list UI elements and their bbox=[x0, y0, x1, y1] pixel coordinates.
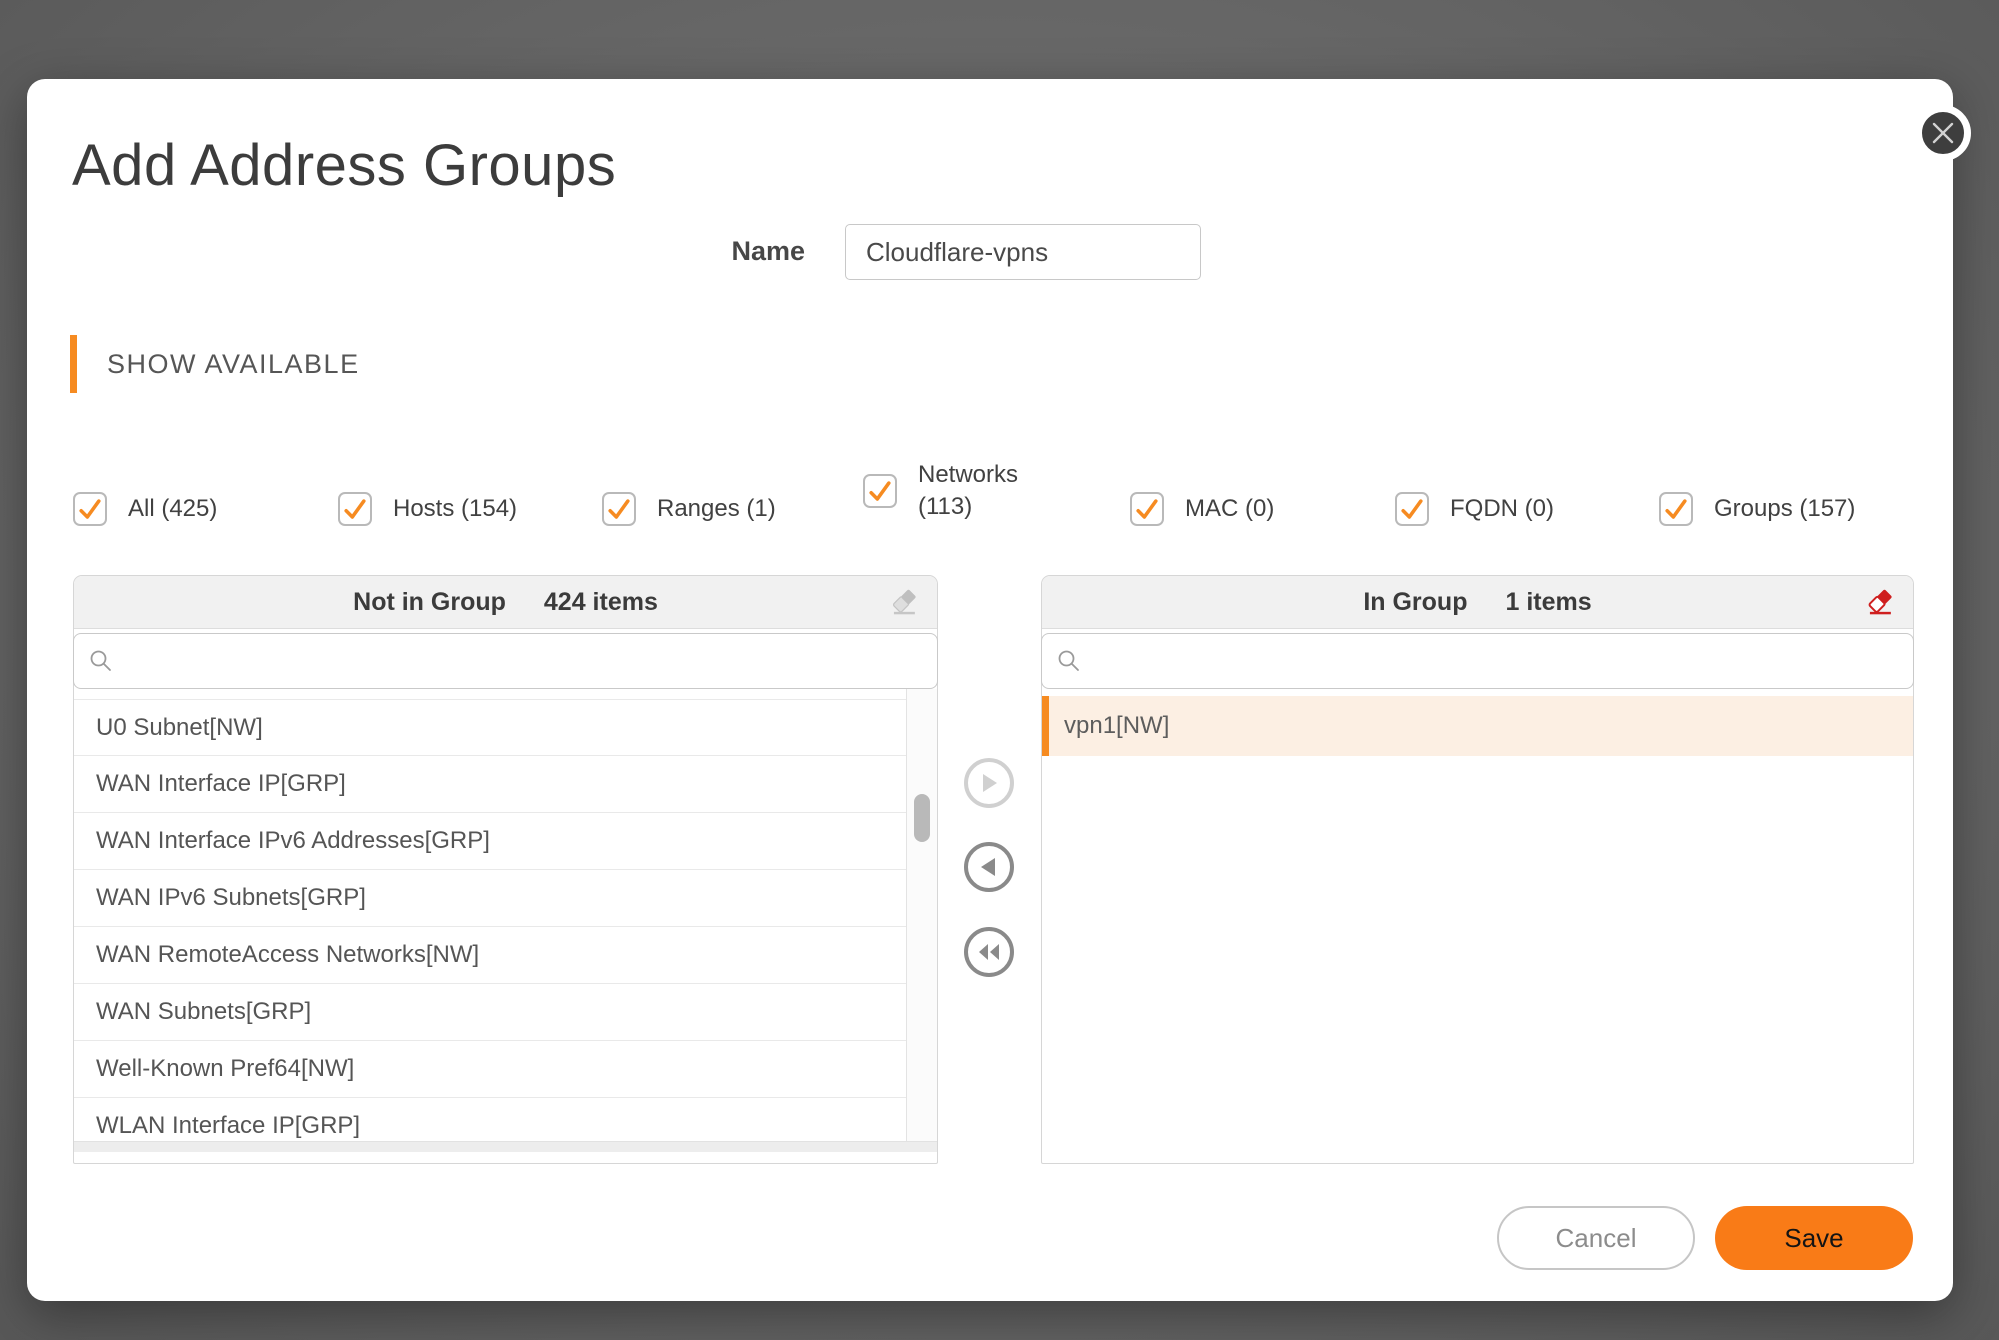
close-icon bbox=[1930, 120, 1956, 146]
close-button[interactable] bbox=[1915, 105, 1971, 161]
in-group-list: vpn1[NW] bbox=[1042, 689, 1913, 1152]
left-search-input[interactable] bbox=[124, 646, 923, 676]
clear-right-selection-button[interactable] bbox=[1863, 585, 1899, 621]
filter-hosts: Hosts (154) bbox=[338, 487, 517, 531]
filter-networks: Networks (113) bbox=[863, 455, 1046, 527]
list-item[interactable]: WAN Interface IP[GRP] bbox=[74, 756, 907, 813]
filter-label: All (425) bbox=[128, 495, 217, 523]
dialog-title: Add Address Groups bbox=[72, 134, 616, 198]
list-item[interactable]: WAN Subnets[GRP] bbox=[74, 984, 907, 1041]
search-icon bbox=[1056, 648, 1082, 674]
not-in-group-count: 424 items bbox=[544, 588, 658, 617]
name-label: Name bbox=[607, 236, 805, 267]
eraser-icon bbox=[889, 586, 921, 618]
section-accent-bar bbox=[70, 335, 77, 393]
list-item[interactable]: U0 Subnet[NW] bbox=[74, 699, 907, 756]
move-right-button[interactable] bbox=[964, 758, 1014, 808]
not-in-group-list: U0 Subnet[NW]WAN Interface IP[GRP]WAN In… bbox=[74, 689, 937, 1152]
name-input[interactable] bbox=[845, 224, 1201, 280]
left-search bbox=[73, 633, 938, 689]
checkmark-icon bbox=[604, 494, 634, 524]
show-available-label: SHOW AVAILABLE bbox=[107, 349, 360, 380]
cancel-button[interactable]: Cancel bbox=[1497, 1206, 1695, 1270]
left-list-horizontal-scrollbar[interactable] bbox=[74, 1141, 937, 1152]
checkmark-icon bbox=[75, 494, 105, 524]
not-in-group-panel: Not in Group 424 items U0 Subnet[NW]WA bbox=[73, 575, 938, 1164]
list-item[interactable]: vpn1[NW] bbox=[1042, 696, 1913, 756]
filter-mac: MAC (0) bbox=[1130, 487, 1274, 531]
checkbox[interactable] bbox=[1395, 492, 1429, 526]
list-item[interactable]: Well-Known Pref64[NW] bbox=[74, 1041, 907, 1098]
add-address-groups-dialog: Add Address Groups Name SHOW AVAILABLE A… bbox=[27, 79, 1953, 1301]
checkmark-icon bbox=[1661, 494, 1691, 524]
filter-ranges: Ranges (1) bbox=[602, 487, 776, 531]
eraser-red-icon bbox=[1865, 586, 1897, 618]
move-all-left-button[interactable] bbox=[964, 927, 1014, 977]
checkbox[interactable] bbox=[863, 474, 897, 508]
list-item[interactable]: WAN RemoteAccess Networks[NW] bbox=[74, 927, 907, 984]
arrow-left-icon bbox=[979, 856, 999, 878]
right-search-input[interactable] bbox=[1092, 646, 1899, 676]
in-group-title: In Group bbox=[1363, 588, 1467, 617]
checkmark-icon bbox=[865, 476, 895, 506]
filter-label: FQDN (0) bbox=[1450, 495, 1554, 523]
filter-fqdn: FQDN (0) bbox=[1395, 487, 1554, 531]
clear-left-selection-button[interactable] bbox=[887, 585, 923, 621]
arrow-right-icon bbox=[979, 772, 999, 794]
double-arrow-left-icon bbox=[976, 941, 1002, 963]
filter-label: Networks (113) bbox=[918, 459, 1046, 522]
list-item[interactable]: WAN IPv6 Subnets[GRP] bbox=[74, 870, 907, 927]
filter-all: All (425) bbox=[73, 487, 217, 531]
filter-label: MAC (0) bbox=[1185, 495, 1274, 523]
save-button[interactable]: Save bbox=[1715, 1206, 1913, 1270]
checkbox[interactable] bbox=[1130, 492, 1164, 526]
search-icon bbox=[88, 648, 114, 674]
checkbox[interactable] bbox=[338, 492, 372, 526]
in-group-header: In Group 1 items bbox=[1042, 576, 1913, 629]
not-in-group-header: Not in Group 424 items bbox=[74, 576, 937, 629]
checkmark-icon bbox=[1132, 494, 1162, 524]
in-group-count: 1 items bbox=[1505, 588, 1591, 617]
checkmark-icon bbox=[1397, 494, 1427, 524]
scrollbar-thumb[interactable] bbox=[914, 794, 930, 842]
in-group-panel: In Group 1 items vpn1[NW] bbox=[1041, 575, 1914, 1164]
filter-label: Groups (157) bbox=[1714, 495, 1855, 523]
right-search bbox=[1041, 633, 1914, 689]
list-item[interactable]: WAN Interface IPv6 Addresses[GRP] bbox=[74, 813, 907, 870]
filter-label: Hosts (154) bbox=[393, 495, 517, 523]
not-in-group-title: Not in Group bbox=[353, 588, 506, 617]
filter-groups: Groups (157) bbox=[1659, 487, 1855, 531]
checkmark-icon bbox=[340, 494, 370, 524]
checkbox[interactable] bbox=[73, 492, 107, 526]
filter-label: Ranges (1) bbox=[657, 495, 776, 523]
checkbox[interactable] bbox=[602, 492, 636, 526]
left-list-scrollbar[interactable] bbox=[906, 689, 937, 1152]
move-left-button[interactable] bbox=[964, 842, 1014, 892]
checkbox[interactable] bbox=[1659, 492, 1693, 526]
